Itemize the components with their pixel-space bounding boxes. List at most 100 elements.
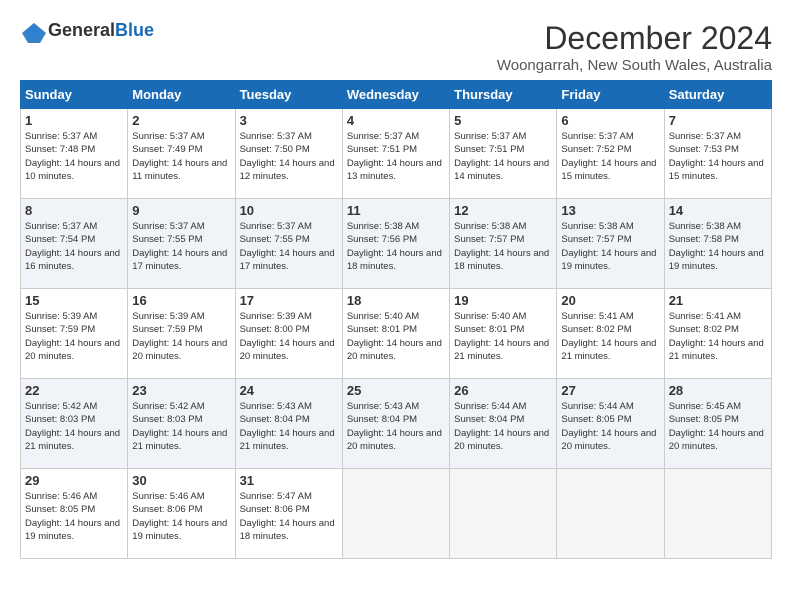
calendar-cell: 27 Sunrise: 5:44 AM Sunset: 8:05 PM Dayl… xyxy=(557,379,664,469)
calendar-cell: 26 Sunrise: 5:44 AM Sunset: 8:04 PM Dayl… xyxy=(450,379,557,469)
calendar-cell: 28 Sunrise: 5:45 AM Sunset: 8:05 PM Dayl… xyxy=(664,379,771,469)
day-number: 7 xyxy=(669,113,767,128)
calendar-body: 1 Sunrise: 5:37 AM Sunset: 7:48 PM Dayli… xyxy=(21,109,772,559)
day-number: 30 xyxy=(132,473,230,488)
day-info: Sunrise: 5:37 AM Sunset: 7:52 PM Dayligh… xyxy=(561,130,659,183)
calendar-cell: 24 Sunrise: 5:43 AM Sunset: 8:04 PM Dayl… xyxy=(235,379,342,469)
day-info: Sunrise: 5:39 AM Sunset: 7:59 PM Dayligh… xyxy=(132,310,230,363)
calendar-cell: 29 Sunrise: 5:46 AM Sunset: 8:05 PM Dayl… xyxy=(21,469,128,559)
calendar-cell: 31 Sunrise: 5:47 AM Sunset: 8:06 PM Dayl… xyxy=(235,469,342,559)
day-number: 15 xyxy=(25,293,123,308)
day-info: Sunrise: 5:42 AM Sunset: 8:03 PM Dayligh… xyxy=(25,400,123,453)
logo-text: GeneralBlue xyxy=(48,20,154,41)
day-info: Sunrise: 5:42 AM Sunset: 8:03 PM Dayligh… xyxy=(132,400,230,453)
day-info: Sunrise: 5:37 AM Sunset: 7:50 PM Dayligh… xyxy=(240,130,338,183)
calendar-cell: 5 Sunrise: 5:37 AM Sunset: 7:51 PM Dayli… xyxy=(450,109,557,199)
day-info: Sunrise: 5:37 AM Sunset: 7:51 PM Dayligh… xyxy=(454,130,552,183)
day-info: Sunrise: 5:47 AM Sunset: 8:06 PM Dayligh… xyxy=(240,490,338,543)
day-info: Sunrise: 5:40 AM Sunset: 8:01 PM Dayligh… xyxy=(454,310,552,363)
calendar-week-2: 8 Sunrise: 5:37 AM Sunset: 7:54 PM Dayli… xyxy=(21,199,772,289)
day-info: Sunrise: 5:37 AM Sunset: 7:53 PM Dayligh… xyxy=(669,130,767,183)
logo: GeneralBlue xyxy=(20,20,154,41)
calendar-cell: 16 Sunrise: 5:39 AM Sunset: 7:59 PM Dayl… xyxy=(128,289,235,379)
day-info: Sunrise: 5:38 AM Sunset: 7:56 PM Dayligh… xyxy=(347,220,445,273)
day-info: Sunrise: 5:46 AM Sunset: 8:05 PM Dayligh… xyxy=(25,490,123,543)
calendar-cell: 14 Sunrise: 5:38 AM Sunset: 7:58 PM Dayl… xyxy=(664,199,771,289)
day-number: 26 xyxy=(454,383,552,398)
day-number: 6 xyxy=(561,113,659,128)
day-number: 3 xyxy=(240,113,338,128)
weekday-header-saturday: Saturday xyxy=(664,81,771,109)
calendar-cell: 17 Sunrise: 5:39 AM Sunset: 8:00 PM Dayl… xyxy=(235,289,342,379)
weekday-header-friday: Friday xyxy=(557,81,664,109)
day-number: 28 xyxy=(669,383,767,398)
day-number: 16 xyxy=(132,293,230,308)
logo-icon xyxy=(20,21,44,41)
day-number: 1 xyxy=(25,113,123,128)
day-info: Sunrise: 5:37 AM Sunset: 7:55 PM Dayligh… xyxy=(240,220,338,273)
day-info: Sunrise: 5:37 AM Sunset: 7:49 PM Dayligh… xyxy=(132,130,230,183)
day-info: Sunrise: 5:38 AM Sunset: 7:57 PM Dayligh… xyxy=(454,220,552,273)
day-number: 10 xyxy=(240,203,338,218)
weekday-header-wednesday: Wednesday xyxy=(342,81,449,109)
day-number: 8 xyxy=(25,203,123,218)
calendar-week-4: 22 Sunrise: 5:42 AM Sunset: 8:03 PM Dayl… xyxy=(21,379,772,469)
day-info: Sunrise: 5:43 AM Sunset: 8:04 PM Dayligh… xyxy=(240,400,338,453)
day-number: 20 xyxy=(561,293,659,308)
day-info: Sunrise: 5:41 AM Sunset: 8:02 PM Dayligh… xyxy=(669,310,767,363)
day-number: 25 xyxy=(347,383,445,398)
calendar-cell: 20 Sunrise: 5:41 AM Sunset: 8:02 PM Dayl… xyxy=(557,289,664,379)
calendar-cell xyxy=(342,469,449,559)
day-number: 21 xyxy=(669,293,767,308)
day-number: 27 xyxy=(561,383,659,398)
day-number: 14 xyxy=(669,203,767,218)
day-number: 31 xyxy=(240,473,338,488)
calendar-cell: 2 Sunrise: 5:37 AM Sunset: 7:49 PM Dayli… xyxy=(128,109,235,199)
day-info: Sunrise: 5:39 AM Sunset: 7:59 PM Dayligh… xyxy=(25,310,123,363)
calendar-cell xyxy=(557,469,664,559)
day-number: 23 xyxy=(132,383,230,398)
day-number: 19 xyxy=(454,293,552,308)
day-info: Sunrise: 5:46 AM Sunset: 8:06 PM Dayligh… xyxy=(132,490,230,543)
day-number: 9 xyxy=(132,203,230,218)
calendar-cell: 13 Sunrise: 5:38 AM Sunset: 7:57 PM Dayl… xyxy=(557,199,664,289)
calendar-week-3: 15 Sunrise: 5:39 AM Sunset: 7:59 PM Dayl… xyxy=(21,289,772,379)
calendar-cell: 6 Sunrise: 5:37 AM Sunset: 7:52 PM Dayli… xyxy=(557,109,664,199)
month-title: December 2024 xyxy=(497,20,772,57)
location-subtitle: Woongarrah, New South Wales, Australia xyxy=(497,57,772,74)
calendar-cell: 9 Sunrise: 5:37 AM Sunset: 7:55 PM Dayli… xyxy=(128,199,235,289)
day-info: Sunrise: 5:37 AM Sunset: 7:54 PM Dayligh… xyxy=(25,220,123,273)
calendar-cell: 19 Sunrise: 5:40 AM Sunset: 8:01 PM Dayl… xyxy=(450,289,557,379)
calendar-week-1: 1 Sunrise: 5:37 AM Sunset: 7:48 PM Dayli… xyxy=(21,109,772,199)
calendar-cell xyxy=(664,469,771,559)
calendar-cell: 12 Sunrise: 5:38 AM Sunset: 7:57 PM Dayl… xyxy=(450,199,557,289)
day-info: Sunrise: 5:41 AM Sunset: 8:02 PM Dayligh… xyxy=(561,310,659,363)
calendar-week-5: 29 Sunrise: 5:46 AM Sunset: 8:05 PM Dayl… xyxy=(21,469,772,559)
day-number: 17 xyxy=(240,293,338,308)
calendar-cell: 21 Sunrise: 5:41 AM Sunset: 8:02 PM Dayl… xyxy=(664,289,771,379)
calendar-cell: 23 Sunrise: 5:42 AM Sunset: 8:03 PM Dayl… xyxy=(128,379,235,469)
day-number: 12 xyxy=(454,203,552,218)
day-number: 13 xyxy=(561,203,659,218)
calendar-cell: 15 Sunrise: 5:39 AM Sunset: 7:59 PM Dayl… xyxy=(21,289,128,379)
page-header: GeneralBlue December 2024 Woongarrah, Ne… xyxy=(20,20,772,74)
day-number: 22 xyxy=(25,383,123,398)
day-info: Sunrise: 5:45 AM Sunset: 8:05 PM Dayligh… xyxy=(669,400,767,453)
calendar-cell: 18 Sunrise: 5:40 AM Sunset: 8:01 PM Dayl… xyxy=(342,289,449,379)
calendar-header-row: SundayMondayTuesdayWednesdayThursdayFrid… xyxy=(21,81,772,109)
weekday-header-tuesday: Tuesday xyxy=(235,81,342,109)
day-number: 24 xyxy=(240,383,338,398)
day-info: Sunrise: 5:43 AM Sunset: 8:04 PM Dayligh… xyxy=(347,400,445,453)
weekday-header-monday: Monday xyxy=(128,81,235,109)
day-info: Sunrise: 5:37 AM Sunset: 7:48 PM Dayligh… xyxy=(25,130,123,183)
weekday-header-thursday: Thursday xyxy=(450,81,557,109)
calendar-cell: 8 Sunrise: 5:37 AM Sunset: 7:54 PM Dayli… xyxy=(21,199,128,289)
day-number: 29 xyxy=(25,473,123,488)
calendar-cell: 11 Sunrise: 5:38 AM Sunset: 7:56 PM Dayl… xyxy=(342,199,449,289)
day-number: 2 xyxy=(132,113,230,128)
calendar-cell: 3 Sunrise: 5:37 AM Sunset: 7:50 PM Dayli… xyxy=(235,109,342,199)
title-section: December 2024 Woongarrah, New South Wale… xyxy=(497,20,772,74)
day-info: Sunrise: 5:38 AM Sunset: 7:57 PM Dayligh… xyxy=(561,220,659,273)
weekday-header-sunday: Sunday xyxy=(21,81,128,109)
day-info: Sunrise: 5:39 AM Sunset: 8:00 PM Dayligh… xyxy=(240,310,338,363)
